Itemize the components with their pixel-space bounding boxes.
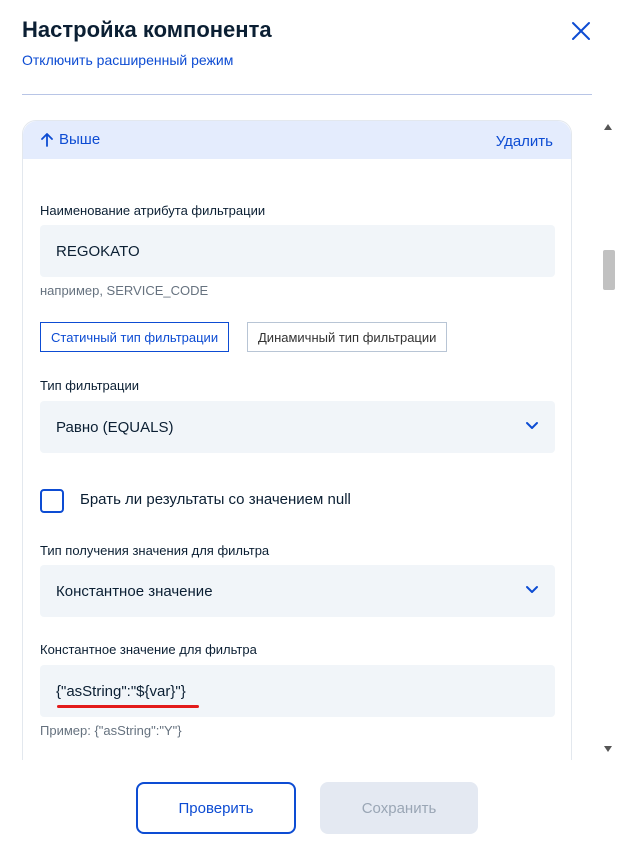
static-filter-tab[interactable]: Статичный тип фильтрации — [40, 322, 230, 352]
filter-card: Выше Удалить Наименование атрибута фильт… — [22, 120, 572, 760]
chevron-down-icon — [526, 422, 538, 429]
const-value-label: Константное значение для фильтра — [40, 642, 257, 657]
delete-button[interactable]: Удалить — [496, 133, 553, 150]
value-source-value: Константное значение — [56, 582, 213, 600]
red-underline-annotation — [57, 705, 199, 708]
filter-type-value: Равно (EQUALS) — [56, 418, 174, 436]
dynamic-filter-tab[interactable]: Динамичный тип фильтрации — [247, 322, 448, 352]
save-button[interactable]: Сохранить — [320, 782, 478, 834]
move-up-label: Выше — [59, 131, 101, 148]
scroll-down-icon[interactable] — [604, 746, 612, 752]
arrow-up-icon — [41, 132, 53, 147]
const-value-hint: Пример: {"asString":"Y"} — [40, 723, 182, 738]
settings-scroll-area: Выше Удалить Наименование атрибута фильт… — [22, 120, 572, 760]
modal-header: Настройка компонента Отключить расширенн… — [22, 14, 592, 70]
check-button[interactable]: Проверить — [136, 782, 296, 834]
null-results-checkbox[interactable] — [40, 489, 64, 513]
null-results-label: Брать ли результаты со значением null — [80, 491, 351, 508]
move-up-button[interactable]: Выше — [41, 131, 100, 148]
scrollbar-thumb[interactable] — [603, 250, 615, 290]
value-source-label: Тип получения значения для фильтра — [40, 543, 270, 558]
filter-type-select[interactable]: Равно (EQUALS) — [40, 401, 555, 453]
chevron-down-icon — [526, 586, 538, 593]
scroll-up-icon[interactable] — [604, 124, 612, 130]
vertical-scrollbar[interactable] — [600, 120, 618, 760]
attr-name-label: Наименование атрибута фильтрации — [40, 203, 266, 218]
const-value-input[interactable]: {"asString":"${var}"} — [40, 665, 555, 717]
value-source-select[interactable]: Константное значение — [40, 565, 555, 617]
card-header: Выше Удалить — [23, 121, 571, 159]
attr-name-input[interactable]: REGOKATO — [40, 225, 555, 277]
header-divider — [22, 94, 592, 95]
disable-advanced-mode-link[interactable]: Отключить расширенный режим — [22, 50, 592, 70]
close-icon[interactable] — [570, 20, 592, 42]
attr-name-hint: например, SERVICE_CODE — [40, 283, 209, 298]
page-title: Настройка компонента — [22, 17, 272, 42]
filter-type-label: Тип фильтрации — [40, 378, 139, 393]
